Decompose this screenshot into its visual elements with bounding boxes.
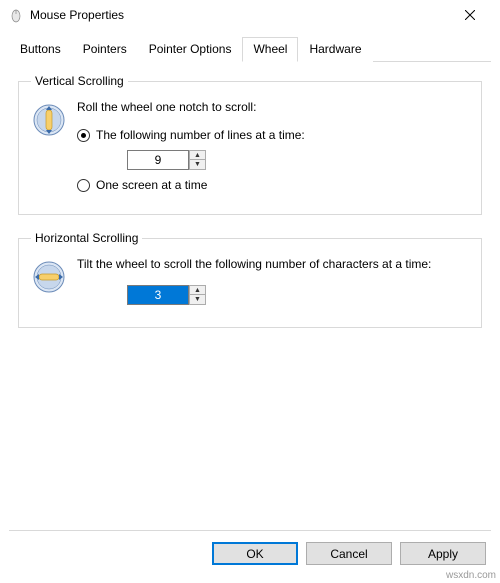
vertical-scrolling-legend: Vertical Scrolling — [31, 74, 128, 88]
chars-input[interactable] — [127, 285, 189, 305]
vertical-scrolling-group: Vertical Scrolling Roll the wheel one no… — [18, 74, 482, 215]
watermark: wsxdn.com — [446, 570, 496, 581]
chars-spinner: ▲ ▼ — [127, 285, 469, 305]
mouse-icon — [8, 7, 24, 23]
apply-button[interactable]: Apply — [400, 542, 486, 565]
tab-content: Vertical Scrolling Roll the wheel one no… — [0, 62, 500, 356]
tab-pointers[interactable]: Pointers — [72, 37, 138, 62]
close-button[interactable] — [447, 0, 492, 30]
wheel-vertical-icon — [31, 102, 67, 138]
horizontal-scrolling-group: Horizontal Scrolling Tilt the wheel to s… — [18, 231, 482, 328]
dialog-button-bar: OK Cancel Apply — [212, 542, 486, 565]
tab-pointer-options[interactable]: Pointer Options — [138, 37, 243, 62]
horizontal-instruction: Tilt the wheel to scroll the following n… — [77, 257, 469, 271]
lines-input[interactable] — [127, 150, 189, 170]
window-title: Mouse Properties — [30, 8, 447, 22]
title-bar: Mouse Properties — [0, 0, 500, 30]
chars-spin-up[interactable]: ▲ — [189, 285, 206, 295]
radio-screen-row[interactable]: One screen at a time — [77, 178, 469, 192]
button-bar-divider — [9, 530, 491, 531]
radio-lines-label: The following number of lines at a time: — [96, 128, 305, 142]
vertical-instruction: Roll the wheel one notch to scroll: — [77, 100, 469, 114]
ok-button[interactable]: OK — [212, 542, 298, 565]
tab-buttons[interactable]: Buttons — [9, 37, 72, 62]
radio-screen[interactable] — [77, 179, 90, 192]
lines-spin-up[interactable]: ▲ — [189, 150, 206, 160]
cancel-button[interactable]: Cancel — [306, 542, 392, 565]
tab-wheel[interactable]: Wheel — [242, 37, 298, 62]
tab-strip: Buttons Pointers Pointer Options Wheel H… — [9, 36, 491, 62]
radio-lines[interactable] — [77, 129, 90, 142]
chars-spin-down[interactable]: ▼ — [189, 295, 206, 305]
horizontal-scrolling-legend: Horizontal Scrolling — [31, 231, 142, 245]
tab-hardware[interactable]: Hardware — [298, 37, 372, 62]
radio-screen-label: One screen at a time — [96, 178, 207, 192]
radio-lines-row[interactable]: The following number of lines at a time: — [77, 128, 469, 142]
wheel-horizontal-icon — [31, 259, 67, 295]
lines-spinner: ▲ ▼ — [127, 150, 469, 170]
lines-spin-down[interactable]: ▼ — [189, 160, 206, 170]
